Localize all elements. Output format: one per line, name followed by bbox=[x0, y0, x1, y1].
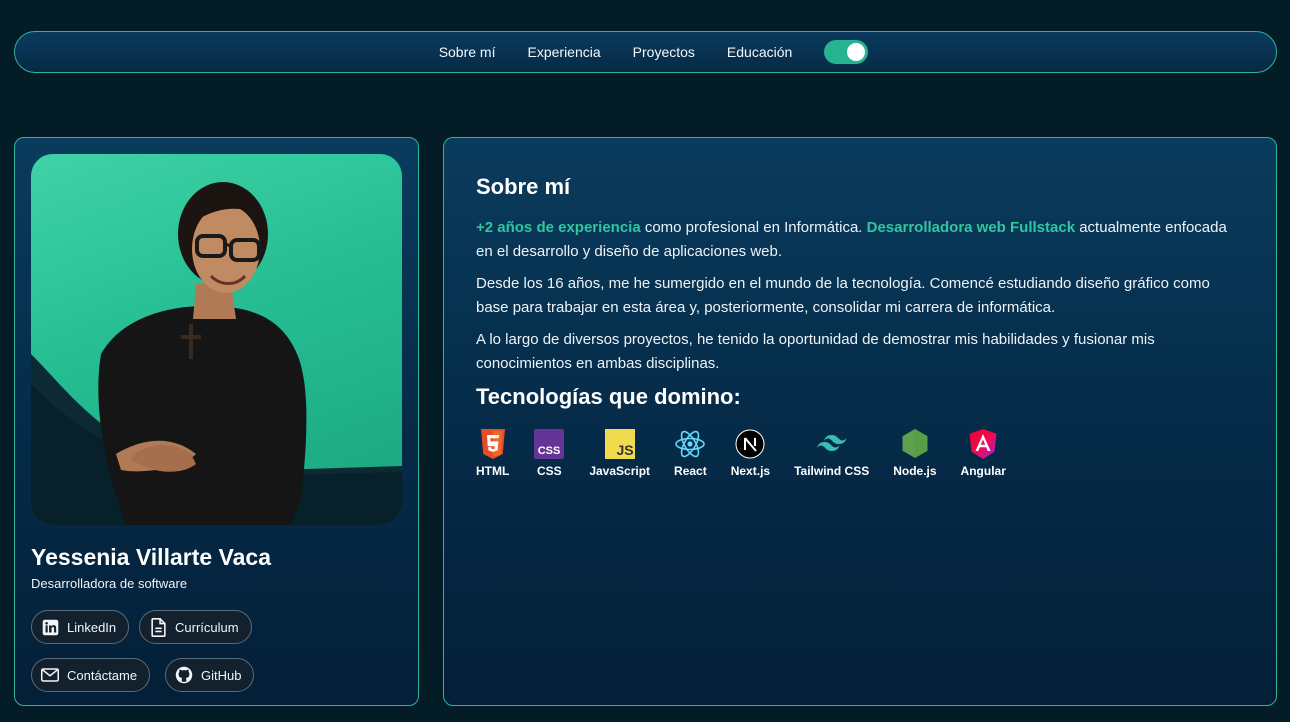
document-icon bbox=[149, 617, 167, 637]
nodejs-icon bbox=[899, 428, 931, 460]
tech-list: HTML CSS CSS JS JavaScript React Next.js bbox=[476, 428, 1244, 478]
tech-item-nodejs: Node.js bbox=[893, 428, 937, 478]
css-icon: CSS bbox=[533, 428, 565, 460]
profile-card: Yessenia Villarte Vaca Desarrolladora de… bbox=[14, 137, 419, 706]
about-paragraph-3: A lo largo de diversos proyectos, he ten… bbox=[476, 331, 1155, 372]
curriculum-label: Currículum bbox=[175, 619, 239, 635]
tech-label: CSS bbox=[536, 464, 562, 478]
html5-icon bbox=[477, 428, 509, 460]
curriculum-button[interactable]: Currículum bbox=[139, 610, 252, 644]
tech-title: Tecnologías que domino: bbox=[476, 384, 741, 409]
contact-label: Contáctame bbox=[67, 667, 138, 683]
experience-highlight: +2 años de experiencia bbox=[476, 219, 641, 236]
tech-label: React bbox=[674, 464, 707, 478]
tech-item-css: CSS CSS bbox=[533, 428, 565, 478]
tech-item-html: HTML bbox=[476, 428, 509, 478]
about-paragraph-1: +2 años de experiencia como profesional … bbox=[476, 216, 1244, 264]
about-text: como profesional en Informática. bbox=[640, 219, 867, 236]
toggle-knob bbox=[847, 43, 866, 61]
tech-label: HTML bbox=[476, 464, 510, 478]
javascript-icon: JS bbox=[604, 428, 636, 460]
profile-name: Yessenia Villarte Vaca bbox=[31, 544, 271, 570]
nav-link-proyectos[interactable]: Proyectos bbox=[617, 44, 711, 60]
angular-icon bbox=[967, 428, 999, 460]
about-title: Sobre mí bbox=[476, 174, 571, 199]
top-navbar: Sobre mí Experiencia Proyectos Educación bbox=[14, 31, 1277, 73]
nav-link-educacion[interactable]: Educación bbox=[711, 44, 808, 60]
tech-item-angular: Angular bbox=[961, 428, 1006, 478]
about-card: Sobre mí +2 años de experiencia como pro… bbox=[443, 137, 1277, 706]
svg-text:CSS: CSS bbox=[538, 445, 561, 457]
profile-role: Desarrolladora de software bbox=[31, 576, 188, 591]
portrait-illustration bbox=[31, 182, 402, 525]
linkedin-label: LinkedIn bbox=[67, 619, 117, 635]
tech-label: Next.js bbox=[730, 464, 771, 478]
nav-link-sobre-mi[interactable]: Sobre mí bbox=[423, 44, 512, 60]
github-label: GitHub bbox=[201, 667, 242, 683]
tech-label: Tailwind CSS bbox=[794, 464, 870, 478]
tech-label: Angular bbox=[960, 464, 1006, 478]
nav-link-experiencia[interactable]: Experiencia bbox=[512, 44, 617, 60]
tech-item-tailwind: Tailwind CSS bbox=[794, 428, 869, 478]
tech-item-javascript: JS JavaScript bbox=[589, 428, 650, 478]
linkedin-button[interactable]: LinkedIn bbox=[31, 610, 130, 644]
github-button[interactable]: GitHub bbox=[165, 658, 255, 692]
linkedin-icon bbox=[41, 618, 59, 636]
theme-toggle[interactable] bbox=[824, 40, 869, 64]
tech-label: JavaScript bbox=[589, 464, 651, 478]
contact-button[interactable]: Contáctame bbox=[31, 658, 151, 692]
svg-text:JS: JS bbox=[616, 442, 633, 458]
about-paragraph-2: Desde los 16 años, me he sumergido en el… bbox=[476, 275, 1210, 316]
react-icon bbox=[674, 428, 706, 460]
tech-label: Node.js bbox=[893, 464, 937, 478]
profile-photo bbox=[31, 154, 402, 525]
tailwind-icon bbox=[816, 428, 848, 460]
github-icon bbox=[175, 666, 193, 684]
role-highlight: Desarrolladora web Fullstack bbox=[866, 219, 1076, 236]
mail-icon bbox=[41, 666, 59, 684]
tech-item-react: React bbox=[674, 428, 707, 478]
tech-item-nextjs: Next.js bbox=[731, 428, 770, 478]
nextjs-icon bbox=[734, 428, 766, 460]
